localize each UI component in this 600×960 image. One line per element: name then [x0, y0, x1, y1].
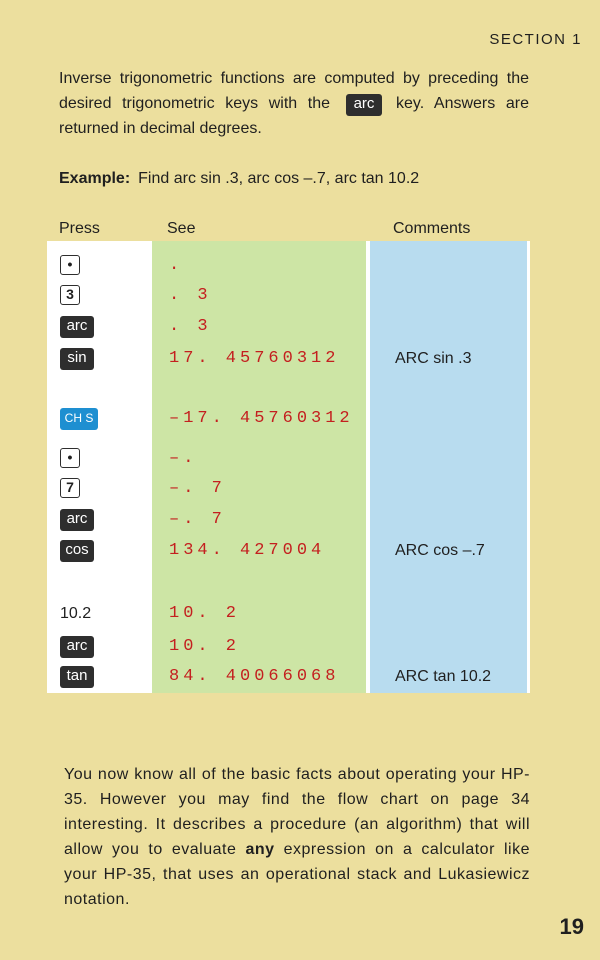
calculator-key-icon: arc [60, 316, 94, 338]
press-cell: 7 [60, 478, 80, 498]
calculator-key-icon: CH S [60, 408, 98, 430]
see-header: See [167, 220, 196, 237]
display-readout: –. [169, 449, 198, 468]
table-row: • –. [0, 448, 600, 472]
display-readout: 17. 45760312 [169, 349, 340, 368]
calculator-key-icon: 7 [60, 478, 80, 498]
display-readout: 10. 2 [169, 604, 241, 623]
table-row: arc –. 7 [0, 509, 600, 533]
display-readout: –17. 45760312 [169, 409, 354, 428]
calculator-key-icon: tan [60, 666, 94, 688]
display-readout: –. 7 [169, 479, 226, 498]
table-row: sin 17. 45760312 ARC sin .3 [0, 348, 600, 372]
intro-paragraph: Inverse trigonometric functions are comp… [59, 66, 529, 141]
table-row: 7 –. 7 [0, 478, 600, 502]
page-number: 19 [559, 914, 584, 939]
press-cell: tan [60, 666, 94, 688]
example-label: Example: [59, 170, 131, 187]
calculator-key-icon: sin [60, 348, 94, 370]
calculator-key-icon: cos [60, 540, 94, 562]
calculator-key-icon: • [60, 255, 80, 275]
table-row: 10.2 10. 2 [0, 603, 600, 627]
section-label: SECTION 1 [489, 31, 582, 48]
table-row: CH S –17. 45760312 [0, 408, 600, 432]
display-readout: –. 7 [169, 510, 226, 529]
press-cell: arc [60, 316, 94, 338]
display-readout: 10. 2 [169, 637, 241, 656]
press-cell: sin [60, 348, 94, 370]
press-value: 10.2 [60, 605, 92, 622]
comments-header: Comments [393, 220, 471, 237]
press-cell: cos [60, 540, 94, 562]
arc-key-icon: arc [346, 94, 383, 116]
table-row: tan 84. 40066068 ARC tan 10.2 [0, 666, 600, 690]
calculator-key-icon: arc [60, 509, 94, 531]
press-cell: 3 [60, 285, 80, 305]
press-cell: arc [60, 509, 94, 531]
press-cell: 10.2 [60, 603, 91, 625]
display-readout: . [169, 256, 184, 275]
display-readout: . 3 [169, 317, 212, 336]
table-row: 3 . 3 [0, 285, 600, 309]
example-line: Example: Find arc sin .3, arc cos –.7, ar… [59, 170, 419, 188]
comment-cell: ARC tan 10.2 [395, 668, 492, 685]
display-readout: . 3 [169, 286, 212, 305]
calculator-key-icon: arc [60, 636, 94, 658]
table-row: •. [0, 255, 600, 279]
press-cell: • [60, 255, 80, 275]
calculator-key-icon: 3 [60, 285, 80, 305]
table-row: arc . 3 [0, 316, 600, 340]
press-header: Press [59, 220, 100, 237]
display-readout: 134. 427004 [169, 541, 326, 560]
table-row: cos 134. 427004 ARC cos –.7 [0, 540, 600, 564]
outro-paragraph: You now know all of the basic facts abou… [64, 762, 530, 912]
display-readout: 84. 40066068 [169, 667, 340, 686]
example-text: Find arc sin .3, arc cos –.7, arc tan 10… [138, 170, 420, 187]
calculator-key-icon: • [60, 448, 80, 468]
outro-bold: any [245, 841, 275, 858]
table-row: arc 10. 2 [0, 636, 600, 660]
comment-cell: ARC cos –.7 [395, 542, 485, 559]
press-cell: arc [60, 636, 94, 658]
comment-cell: ARC sin .3 [395, 350, 472, 367]
press-cell: • [60, 448, 80, 468]
press-cell: CH S [60, 408, 98, 430]
